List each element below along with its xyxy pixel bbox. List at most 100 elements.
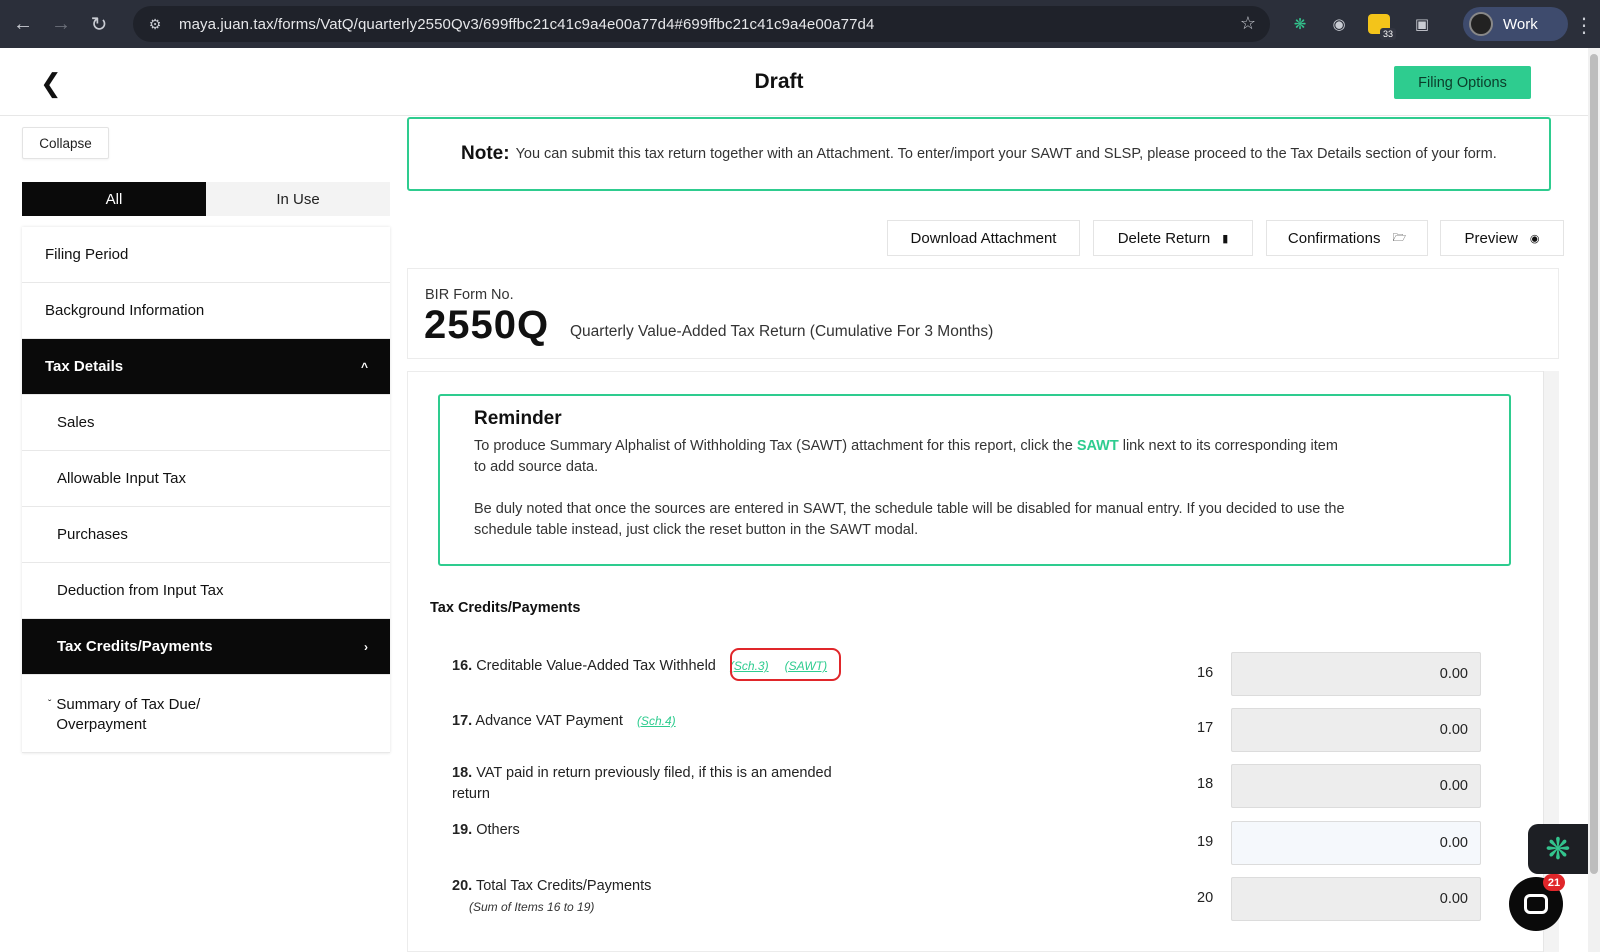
row-code: 18 <box>1197 776 1214 792</box>
chevron-right-icon: › <box>364 639 368 654</box>
reminder-box: Reminder To produce Summary Alphalist of… <box>438 394 1511 566</box>
row-20-sublabel: (Sum of Items 16 to 19) <box>469 900 595 914</box>
row-17-label: 17. Advance VAT Payment (Sch.4) <box>452 711 676 732</box>
row-label-text: Creditable Value-Added Tax Withheld <box>476 658 716 674</box>
tab-all[interactable]: All <box>22 182 206 216</box>
sch4-link[interactable]: (Sch.4) <box>637 714 676 728</box>
profile-button[interactable]: Work <box>1463 7 1568 41</box>
delete-return-button[interactable]: Delete Return ▮ <box>1093 220 1253 256</box>
collapse-button[interactable]: Collapse <box>22 127 109 159</box>
app-header: ❮ Draft Filing Options <box>0 48 1588 116</box>
reminder-title: Reminder <box>474 408 562 429</box>
note-text: You can submit this tax return together … <box>515 146 1497 162</box>
address-bar[interactable]: ⚙ maya.juan.tax/forms/VatQ/quarterly2550… <box>133 6 1270 42</box>
sidebar-item-label: Sales <box>57 414 95 431</box>
row-code: 19 <box>1197 834 1214 850</box>
sidebar-item-tax-credits-payments[interactable]: Tax Credits/Payments › <box>22 619 390 675</box>
sidebar-item-sales[interactable]: Sales <box>22 395 390 451</box>
sidebar-item-allowable-input-tax[interactable]: Allowable Input Tax <box>22 451 390 507</box>
reminder-paragraph-2: Be duly noted that once the sources are … <box>474 499 1374 541</box>
download-attachment-button[interactable]: Download Attachment <box>887 220 1080 256</box>
site-settings-icon[interactable]: ⚙ <box>137 6 173 42</box>
browser-toolbar: ← → ↻ ⚙ maya.juan.tax/forms/VatQ/quarter… <box>0 0 1600 48</box>
row-code: 17 <box>1197 720 1214 736</box>
reminder-text: to add source data. <box>474 459 599 475</box>
page-title: Draft <box>754 70 804 93</box>
sidebar-menu: Filing Period Background Information Tax… <box>22 227 390 753</box>
tab-in-use[interactable]: In Use <box>206 182 390 216</box>
reminder-paragraph-1: To produce Summary Alphalist of Withhold… <box>474 436 1374 478</box>
chat-bubble-icon <box>1524 894 1548 914</box>
amount-field-19[interactable]: 0.00 <box>1231 821 1481 865</box>
sidebar-item-label: Purchases <box>57 526 128 543</box>
back-arrow-icon[interactable]: ← <box>8 9 38 39</box>
row-number: 20. <box>452 878 473 894</box>
sidebar-item-deduction-from-input-tax[interactable]: Deduction from Input Tax <box>22 563 390 619</box>
confirmations-button[interactable]: Confirmations 🗁 <box>1266 220 1428 256</box>
trash-icon: ▮ <box>1222 232 1229 245</box>
sidebar-item-label: Deduction from Input Tax <box>57 582 224 599</box>
page-scrollbar-thumb[interactable] <box>1590 54 1598 874</box>
sidebar-item-background-information[interactable]: Background Information <box>22 283 390 339</box>
reminder-text: schedule table instead, just click the r… <box>474 522 919 538</box>
row-label-text: VAT paid in return previously filed, if … <box>476 765 832 781</box>
summary-label-line1: Summary of Tax Due/ <box>56 696 201 713</box>
highlight-circle <box>730 648 841 681</box>
amount-field-18[interactable]: 0.00 <box>1231 764 1481 808</box>
sawt-link[interactable]: SAWT <box>1077 438 1119 454</box>
row-code: 16 <box>1197 665 1214 681</box>
reminder-text: To produce Summary Alphalist of Withhold… <box>474 438 1077 454</box>
row-19-label: 19. Others <box>452 820 520 841</box>
browser-menu-icon[interactable]: ⋮ <box>1574 13 1594 38</box>
row-number: 16. <box>452 658 473 674</box>
preview-button[interactable]: Preview ◉ <box>1440 220 1564 256</box>
note-banner: Note: You can submit this tax return tog… <box>407 117 1551 191</box>
form-number: 2550Q <box>424 303 550 347</box>
form-title: Quarterly Value-Added Tax Return (Cumula… <box>570 323 994 340</box>
sidebar-item-label: Tax Credits/Payments <box>57 638 213 655</box>
chatgpt-extension-icon[interactable]: ❋ <box>1288 12 1312 36</box>
camera-extension-icon[interactable]: ◉ <box>1327 12 1351 36</box>
note-label: Note: <box>461 143 510 164</box>
sidebar-item-filing-period[interactable]: Filing Period <box>22 227 390 283</box>
reminder-text: link next to its corresponding item <box>1118 438 1338 454</box>
sidebar-item-label: Filing Period <box>45 246 129 263</box>
row-number: 17. <box>452 713 473 729</box>
notes-extension-icon[interactable]: 33 <box>1368 14 1396 40</box>
sidebar-item-label: Tax Details <box>45 358 124 375</box>
sidebar-item-tax-details[interactable]: Tax Details ^ <box>22 339 390 395</box>
bookmark-star-icon[interactable]: ☆ <box>1240 13 1256 34</box>
forward-arrow-icon[interactable]: → <box>46 9 76 39</box>
row-number: 18. <box>452 765 473 781</box>
filter-tabs: All In Use <box>22 182 390 216</box>
row-label-text: Others <box>476 822 520 838</box>
confirmations-label: Confirmations <box>1287 229 1381 247</box>
amount-field-16[interactable]: 0.00 <box>1231 652 1481 696</box>
sidebar-item-purchases[interactable]: Purchases <box>22 507 390 563</box>
chevron-down-icon: ˇ <box>48 699 52 710</box>
bir-form-label: BIR Form No. <box>425 287 514 303</box>
sidebar-item-summary-of-tax-due[interactable]: ˇ Summary of Tax Due/Overpayment <box>22 675 390 753</box>
sidebar-item-label: Allowable Input Tax <box>57 470 186 487</box>
avatar <box>1469 12 1493 36</box>
row-label-text: return <box>452 786 490 802</box>
form-header-card: BIR Form No. 2550Q Quarterly Value-Added… <box>407 268 1559 359</box>
sidebar-item-label: Summary of Tax Due/Overpayment <box>56 695 200 735</box>
row-20-label: 20. Total Tax Credits/Payments <box>452 876 651 897</box>
chatgpt-floating-icon[interactable]: ❋ <box>1528 824 1588 874</box>
reminder-text: Be duly noted that once the sources are … <box>474 501 1345 517</box>
url-text[interactable]: maya.juan.tax/forms/VatQ/quarterly2550Qv… <box>179 16 874 33</box>
row-label-text: Total Tax Credits/Payments <box>475 878 652 894</box>
extension-badge: 33 <box>1379 28 1396 40</box>
extensions-puzzle-icon[interactable]: ▣ <box>1410 12 1434 36</box>
amount-field-17[interactable]: 0.00 <box>1231 708 1481 752</box>
row-number: 19. <box>452 822 473 838</box>
reload-icon[interactable]: ↻ <box>84 9 114 39</box>
summary-label-line2: Overpayment <box>56 716 147 733</box>
filing-options-button[interactable]: Filing Options <box>1394 66 1531 99</box>
profile-name: Work <box>1503 15 1538 33</box>
preview-label: Preview <box>1464 229 1518 247</box>
amount-field-20[interactable]: 0.00 <box>1231 877 1481 921</box>
eye-icon: ◉ <box>1529 232 1540 245</box>
download-attachment-label: Download Attachment <box>910 229 1057 247</box>
